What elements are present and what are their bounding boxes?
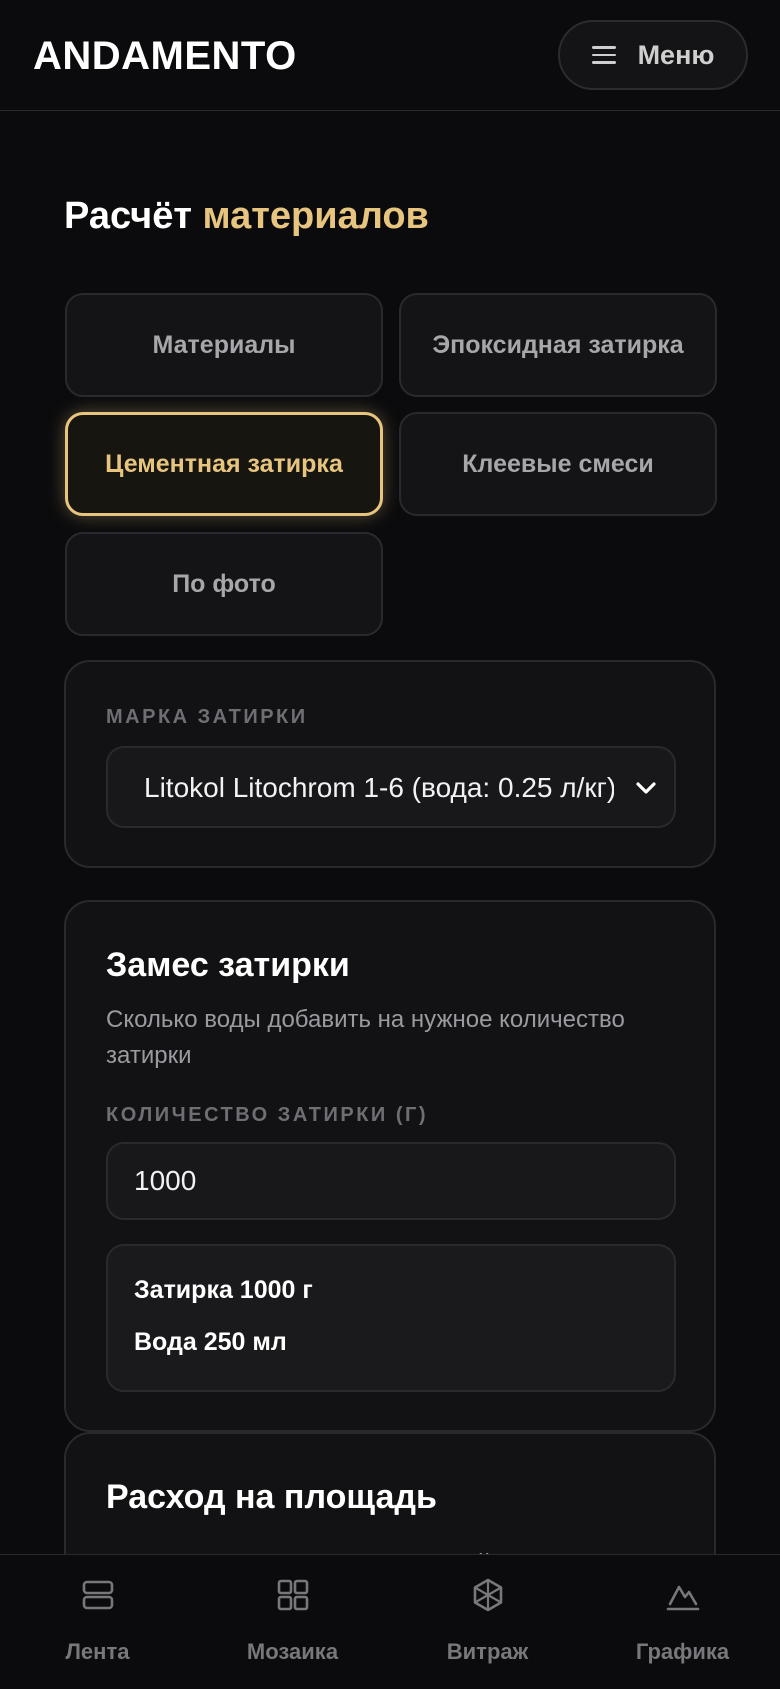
hamburger-icon [591,46,616,64]
tab-by-photo[interactable]: По фото [65,532,383,636]
nav-item-stained-glass[interactable]: Витраж [390,1555,585,1689]
grout-brand-selected-value: Litokol Litochrom 1-6 (вода: 0.25 л/кг) [144,772,614,803]
tab-adhesives[interactable]: Клеевые смеси [399,412,717,516]
grout-mix-subtitle: Сколько воды добавить на нужное количест… [106,1006,625,1069]
page-title-main: Расчёт [64,195,192,237]
tab-materials[interactable]: Материалы [65,293,383,397]
nav-label-graphics: Графика [635,1639,730,1664]
result-grout-amount: Затирка 1000 г [134,1276,313,1304]
grout-mix-result: Затирка 1000 г Вода 250 мл [106,1244,676,1392]
chevron-down-icon [628,770,664,806]
page-title-accent: материалов [202,195,429,237]
grout-mix-title: Замес затирки [106,946,350,984]
app-header: ANDAMENTO Меню [0,0,780,111]
menu-button[interactable]: Меню [558,20,748,90]
feed-icon [80,1577,116,1613]
grout-brand-card: МАРКА ЗАТИРКИ Litokol Litochrom 1-6 (вод… [64,660,716,868]
mountain-icon [665,1577,701,1613]
tab-epoxy-grout[interactable]: Эпоксидная затирка [399,293,717,397]
nav-label-feed: Лента [65,1639,130,1664]
nav-item-feed[interactable]: Лента [0,1555,195,1689]
grout-mix-card: Замес затирки Сколько воды добавить на н… [64,900,716,1432]
grout-quantity-label: КОЛИЧЕСТВО ЗАТИРКИ (Г) [106,1104,428,1126]
nav-item-mosaic[interactable]: Мозаика [195,1555,390,1689]
grout-brand-label: МАРКА ЗАТИРКИ [106,706,308,728]
grout-quantity-input[interactable]: 1000 [106,1142,676,1220]
tab-cement-grout[interactable]: Цементная затирка [65,412,383,516]
stained-glass-icon [470,1577,506,1613]
nav-item-graphics[interactable]: Графика [585,1555,780,1689]
page-title: Расчёт материалов [64,192,429,240]
grid-icon [275,1577,311,1613]
grout-brand-select[interactable]: Litokol Litochrom 1-6 (вода: 0.25 л/кг) [106,746,676,828]
bottom-nav: Лента Мозаика Витраж Графика [0,1554,780,1688]
grout-area-title: Расход на площадь [106,1478,437,1516]
result-water-amount: Вода 250 мл [134,1328,287,1356]
nav-label-mosaic: Мозаика [246,1639,339,1664]
nav-label-stained-glass: Витраж [446,1639,529,1664]
menu-button-label: Меню [637,39,715,70]
logo[interactable]: ANDAMENTO [33,34,297,78]
